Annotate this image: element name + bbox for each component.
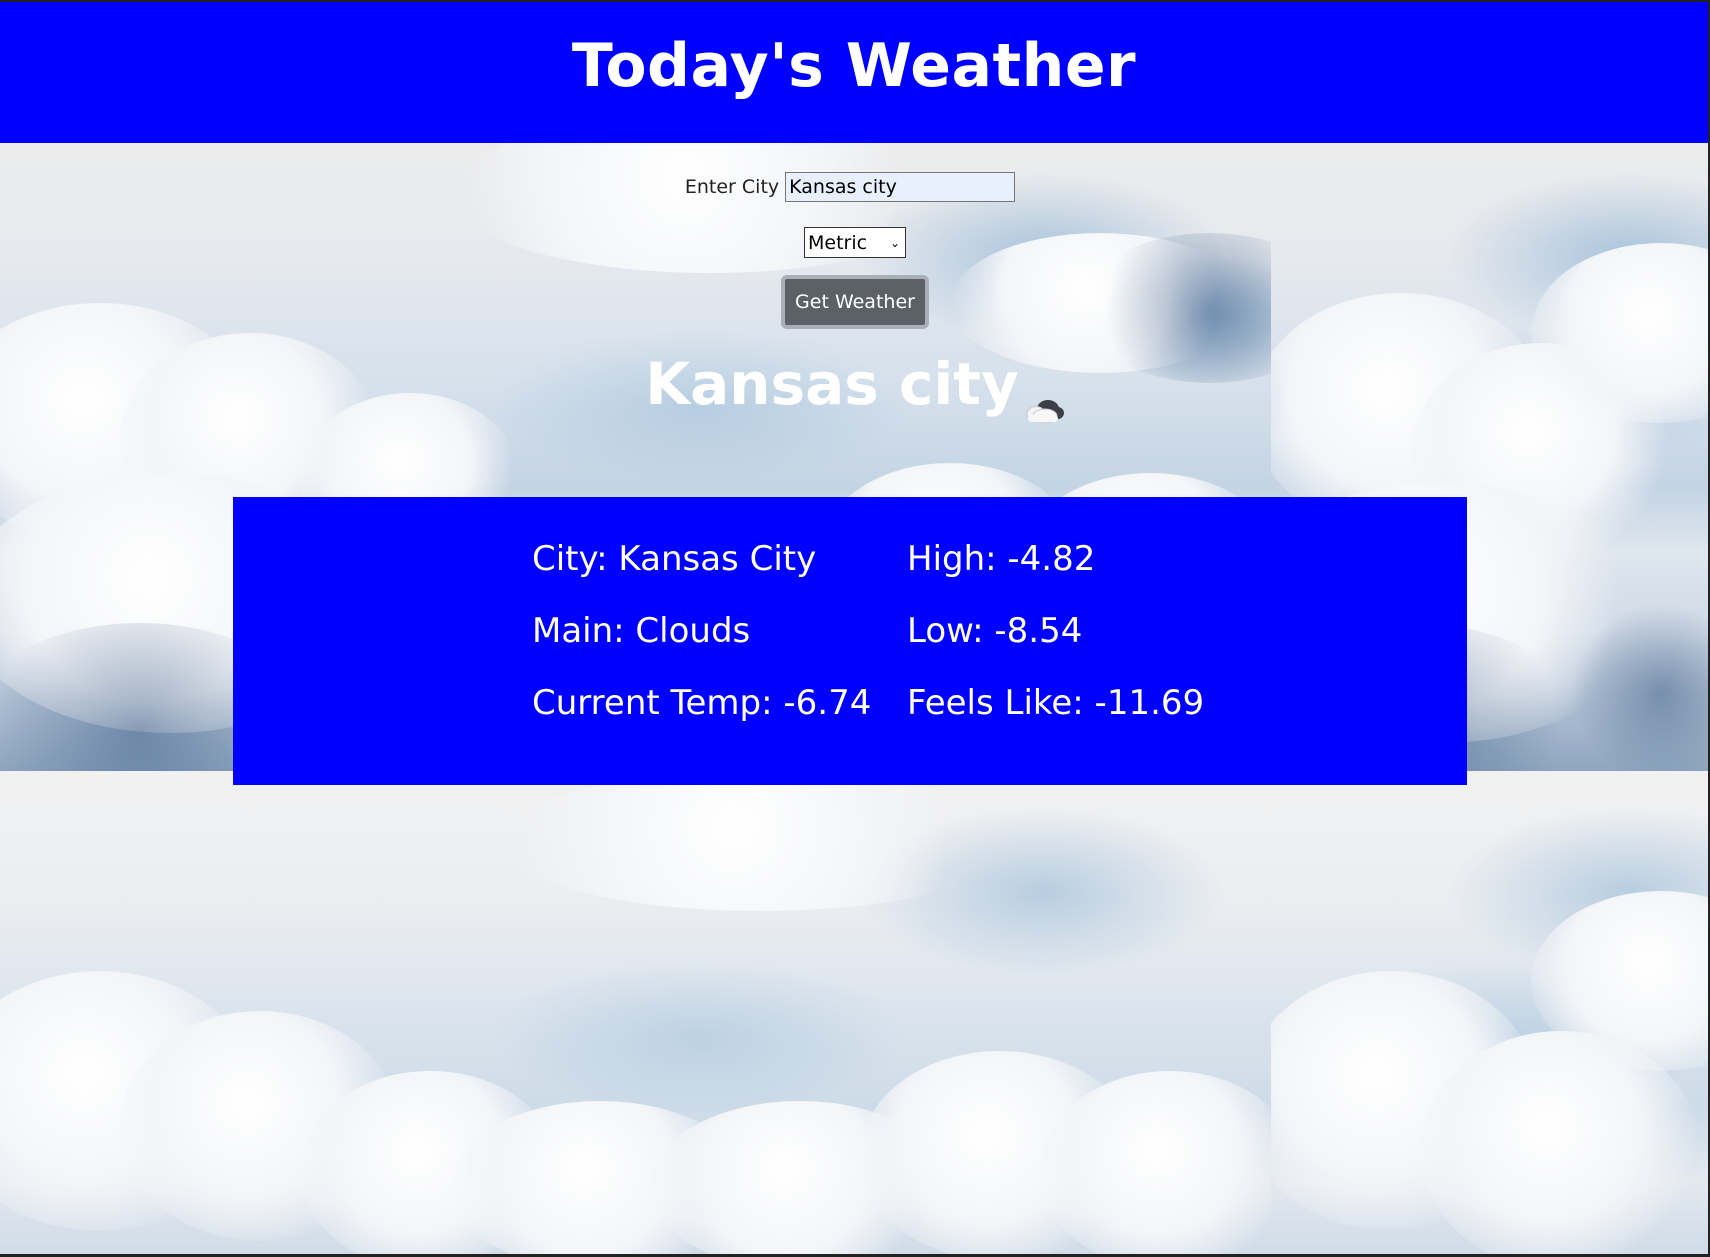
result-heading-row: Kansas city (0, 350, 1710, 424)
units-select[interactable]: Metric ⌄ (804, 227, 906, 258)
chevron-down-icon: ⌄ (889, 235, 900, 250)
result-heading: Kansas city (645, 350, 1065, 424)
units-form-row: Metric ⌄ (0, 227, 1710, 258)
submit-row: Get Weather (0, 275, 1710, 329)
units-select-value: Metric (808, 231, 868, 254)
info-feels-like: Feels Like: -11.69 (907, 683, 1205, 723)
info-low: Low: -8.54 (907, 611, 1083, 651)
weather-info-panel: City: Kansas City High: -4.82 Main: Clou… (233, 497, 1467, 785)
city-input[interactable] (785, 172, 1016, 202)
page-header: Today's Weather (0, 2, 1708, 143)
city-label: Enter City (684, 176, 780, 198)
background-clouds-tile (1271, 771, 1708, 1254)
page-title: Today's Weather (571, 30, 1137, 101)
result-city-name: Kansas city (645, 350, 1019, 418)
cloud-icon (1021, 372, 1065, 424)
info-main: Main: Clouds (532, 611, 751, 651)
info-current-temp: Current Temp: -6.74 (532, 683, 872, 723)
city-form-row: Enter City (0, 172, 1710, 202)
info-city: City: Kansas City (532, 539, 817, 579)
background-clouds-tile (0, 771, 1271, 1254)
get-weather-button[interactable]: Get Weather (781, 275, 929, 329)
info-high: High: -4.82 (907, 539, 1096, 579)
